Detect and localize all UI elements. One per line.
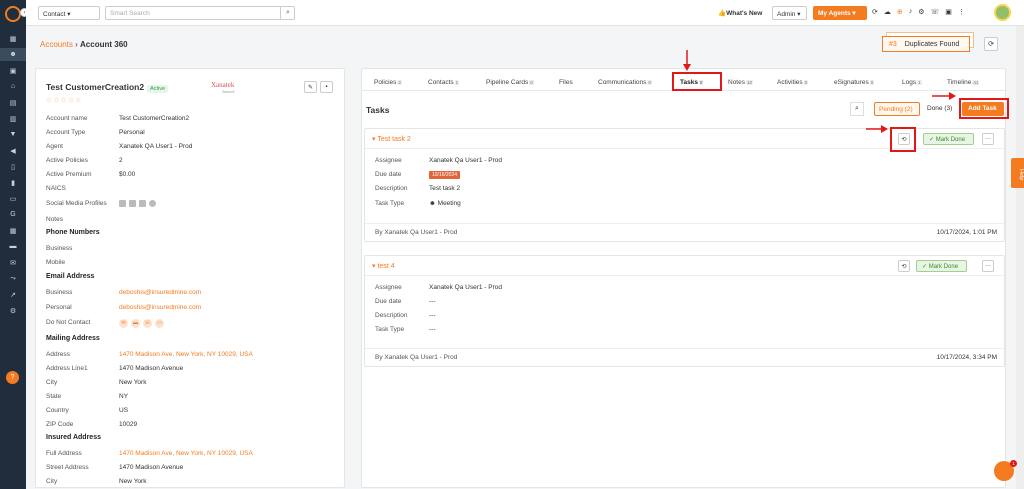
chat-notification-badge: 1 xyxy=(1010,460,1017,467)
annotation-arrows xyxy=(683,50,956,133)
help-side-tab[interactable]: Help xyxy=(1011,158,1024,188)
arrow-head-add xyxy=(949,92,956,100)
arrow-head-reopen xyxy=(881,125,888,133)
arrow-head-tasks xyxy=(683,64,691,71)
page-scrollbar[interactable] xyxy=(1016,26,1024,489)
